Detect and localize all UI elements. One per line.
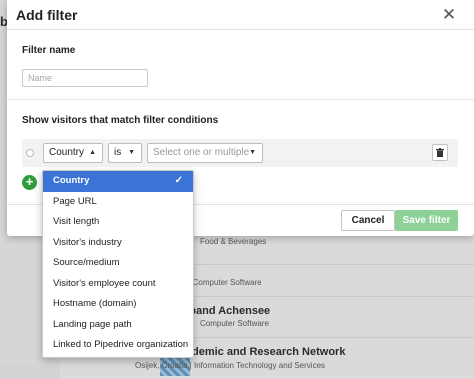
condition-operator-value: is [114, 147, 122, 158]
checkmark-icon: ✓ [174, 175, 183, 186]
divider [7, 99, 474, 100]
caret-up-icon: ▲ [89, 149, 96, 156]
filter-name-input[interactable] [22, 69, 148, 87]
filter-name-label: Filter name [22, 45, 76, 56]
close-icon[interactable]: ✕ [440, 6, 458, 24]
delete-condition-button[interactable] [432, 144, 448, 161]
condition-field-value: Country [49, 147, 85, 158]
conditions-label: Show visitors that match filter conditio… [22, 115, 219, 126]
caret-down-icon: ▼ [249, 149, 256, 156]
dropdown-option-linked-pipedrive-org[interactable]: Linked to Pipedrive organization [43, 335, 193, 356]
background-row-title: demic and Research Network [192, 346, 346, 358]
drag-handle-icon[interactable] [26, 149, 34, 157]
dropdown-option-label: Country [53, 175, 90, 186]
dropdown-option-label: Page URL [53, 195, 97, 207]
dropdown-option-label: Landing page path [53, 318, 132, 330]
background-row-subtitle: Computer Software [200, 319, 269, 328]
dropdown-option-label: Source/medium [53, 257, 120, 268]
condition-operator-select[interactable]: is ▼ [108, 143, 142, 163]
background-row-subtitle: Food & Beverages [200, 237, 267, 246]
condition-row: Country ▲ is ▼ Select one or multiple ▼ [22, 139, 458, 167]
dropdown-option-visit-length[interactable]: Visit length [43, 212, 193, 233]
dropdown-option-landing-page-path[interactable]: Landing page path [43, 315, 193, 336]
dropdown-option-label: Hostname (domain) [53, 298, 137, 309]
caret-down-icon: ▼ [128, 149, 135, 156]
dropdown-option-label: Visit length [53, 216, 100, 227]
cancel-button[interactable]: Cancel [341, 210, 395, 231]
dropdown-option-label: Visitor's industry [53, 236, 122, 248]
dropdown-option-label: Linked to Pipedrive organization [53, 339, 189, 350]
dropdown-option-hostname[interactable]: Hostname (domain) [43, 294, 193, 315]
condition-value-select[interactable]: Select one or multiple ▼ [147, 143, 263, 163]
modal-title: Add filter [16, 7, 78, 23]
condition-field-select[interactable]: Country ▲ [43, 143, 103, 163]
dropdown-option-label: Visitor's employee count [53, 277, 156, 289]
dropdown-option-page-url[interactable]: Page URL [43, 192, 193, 213]
add-condition-button[interactable]: + [22, 175, 37, 190]
save-filter-button[interactable]: Save filter [395, 210, 458, 231]
dropdown-option-source-medium[interactable]: Source/medium [43, 253, 193, 274]
modal-header: Add filter ✕ [7, 0, 474, 30]
background-row-title: rband Achensee [185, 305, 271, 317]
dropdown-option-employee-count[interactable]: Visitor's employee count [43, 274, 193, 295]
dropdown-option-visitors-industry[interactable]: Visitor's industry [43, 233, 193, 254]
dropdown-option-country[interactable]: Country ✓ [43, 171, 193, 192]
field-dropdown-menu: Country ✓ Page URL Visit length Visitor'… [42, 170, 194, 358]
condition-value-placeholder: Select one or multiple [153, 147, 250, 158]
trash-icon [436, 148, 444, 157]
